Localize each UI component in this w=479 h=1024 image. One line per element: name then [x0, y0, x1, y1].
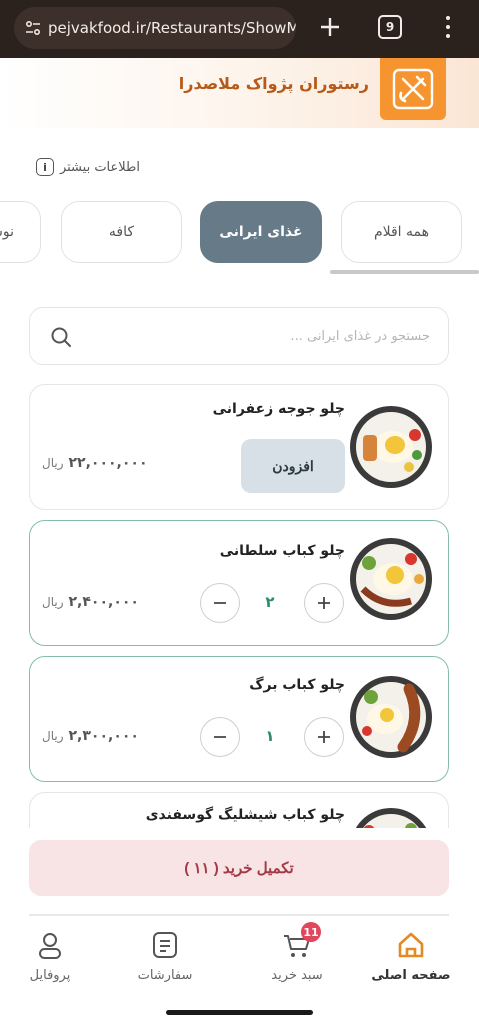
product-card: چلو کباب سلطانی ۲ ریال ۲,۴۰۰,۰۰۰ — [29, 520, 449, 646]
checkout-button[interactable]: تکمیل خرید ( ۱۱ ) — [29, 840, 449, 896]
food-image — [350, 538, 432, 620]
nav-cart-label: سبد خرید — [271, 968, 323, 983]
nav-divider — [29, 914, 449, 916]
restaurant-name: رستوران پژواک ملاصدرا — [178, 74, 369, 93]
product-name: چلو کباب برگ — [249, 677, 345, 693]
currency-unit: ریال — [42, 595, 64, 609]
nav-orders[interactable]: سفارشات — [117, 928, 213, 992]
nav-profile-label: پروفایل — [29, 968, 71, 983]
minus-icon — [214, 602, 226, 604]
cart-count-badge: 11 — [301, 922, 321, 942]
minus-icon — [214, 736, 226, 738]
search-icon[interactable] — [50, 326, 72, 348]
tab-cafe[interactable]: کافه — [61, 201, 182, 263]
home-icon — [393, 928, 429, 962]
quantity-value: ۲ — [265, 593, 275, 611]
more-info-label: اطلاعات بیشتر — [59, 159, 140, 175]
price-amount: ۲۲,۰۰۰,۰۰۰ — [68, 455, 148, 471]
orders-icon — [147, 928, 183, 962]
decrease-quantity-button[interactable] — [200, 717, 240, 757]
add-to-cart-button[interactable]: افزودن — [241, 439, 345, 493]
nav-orders-label: سفارشات — [137, 968, 193, 983]
fork-knife-icon — [392, 68, 434, 110]
tab-iranian-food[interactable]: غذای ایرانی — [200, 201, 322, 263]
price-amount: ۲,۴۰۰,۰۰۰ — [68, 594, 139, 610]
food-image — [350, 406, 432, 488]
browser-menu-icon[interactable] — [440, 13, 456, 41]
currency-unit: ریال — [42, 729, 64, 743]
app-screen: pejvakfood.ir/Restaurants/ShowMe 9 رستور… — [0, 0, 479, 1024]
new-tab-button[interactable] — [316, 13, 344, 41]
product-price: ریال ۲,۴۰۰,۰۰۰ — [42, 594, 139, 610]
product-card: چلو کباب برگ ۱ ریال ۲,۳۰۰,۰۰۰ — [29, 656, 449, 782]
info-icon: i — [35, 158, 54, 176]
quantity-value: ۱ — [265, 727, 275, 745]
nav-home-label: صفحه اصلی — [371, 968, 451, 983]
nav-home[interactable]: صفحه اصلی — [363, 928, 459, 992]
tab-drinks[interactable]: نوشی — [0, 201, 41, 263]
restaurant-logo — [380, 58, 446, 120]
nav-cart[interactable]: 11 سبد خرید — [249, 922, 345, 992]
increase-quantity-button[interactable] — [304, 717, 344, 757]
tab-switcher-button[interactable]: 9 — [378, 15, 402, 39]
product-name: چلو کباب سلطانی — [219, 543, 345, 559]
price-amount: ۲,۳۰۰,۰۰۰ — [68, 728, 139, 744]
nav-profile[interactable]: پروفایل — [2, 928, 98, 992]
product-card: چلو جوجه زعفرانی افزودن ریال ۲۲,۰۰۰,۰۰۰ — [29, 384, 449, 510]
product-name: چلو جوجه زعفرانی — [212, 401, 345, 417]
food-image — [350, 676, 432, 758]
product-name: چلو کباب شیشلیگ گوسفندی — [145, 807, 345, 823]
address-bar[interactable]: pejvakfood.ir/Restaurants/ShowMe — [14, 7, 296, 49]
plus-icon — [318, 731, 330, 743]
decrease-quantity-button[interactable] — [200, 583, 240, 623]
cart-icon: 11 — [279, 922, 321, 962]
increase-quantity-button[interactable] — [304, 583, 344, 623]
tabs-scroll-indicator — [330, 270, 479, 274]
search-input[interactable] — [100, 308, 440, 364]
profile-icon — [32, 928, 68, 962]
home-indicator — [166, 1010, 313, 1015]
site-settings-icon[interactable] — [24, 17, 42, 39]
tab-all-items[interactable]: همه اقلام — [341, 201, 462, 263]
more-info-link[interactable]: اطلاعات بیشتر i — [35, 158, 140, 176]
browser-toolbar: pejvakfood.ir/Restaurants/ShowMe 9 — [0, 0, 479, 58]
plus-icon — [318, 597, 330, 609]
search-box — [29, 307, 449, 365]
product-price: ریال ۲,۳۰۰,۰۰۰ — [42, 728, 139, 744]
product-price: ریال ۲۲,۰۰۰,۰۰۰ — [42, 455, 148, 471]
currency-unit: ریال — [42, 456, 64, 470]
url-text: pejvakfood.ir/Restaurants/ShowMe — [48, 19, 296, 37]
